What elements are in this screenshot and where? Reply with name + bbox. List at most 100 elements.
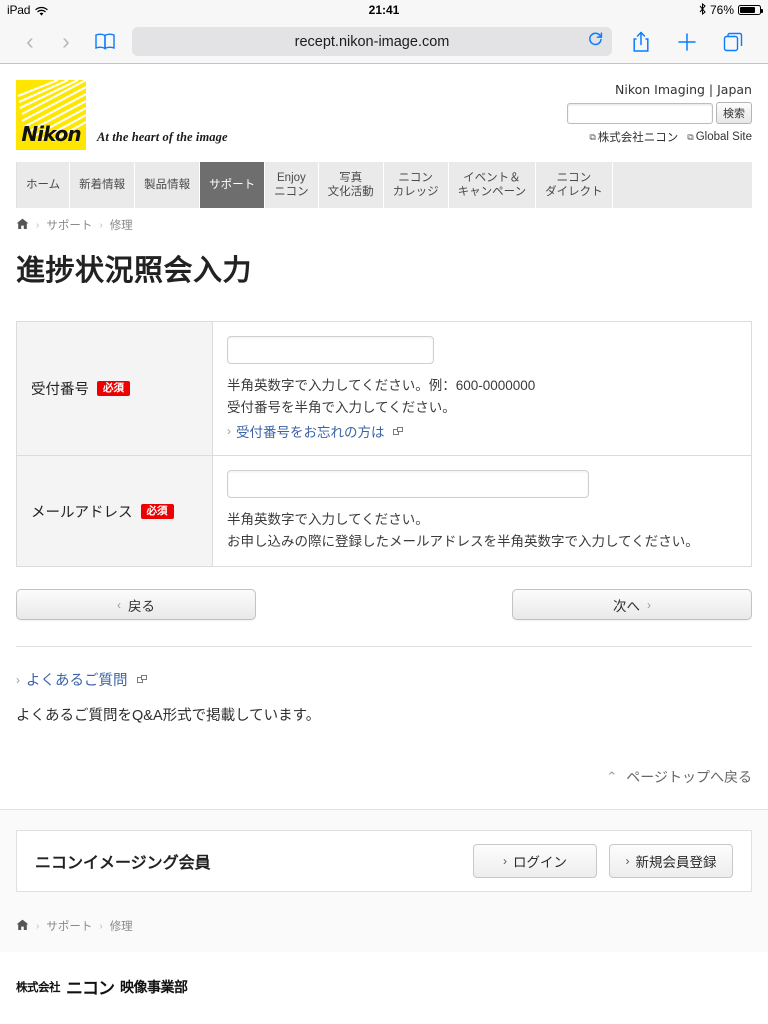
email-help-line-2: お申し込みの際に登録したメールアドレスを半角英数字で入力してください。 [227,533,699,549]
page-top-link[interactable]: ⌃ ページトップへ戻る [16,767,752,787]
nav-item-products[interactable]: 製品情報 [135,162,201,208]
corporate-division: 映像事業部 [120,978,188,995]
footer-breadcrumb: › サポート › 修理 [16,918,752,952]
email-field-cell: 半角英数字で入力してください。 お申し込みの際に登録したメールアドレスを半角英数… [213,456,752,567]
home-icon[interactable] [16,218,29,233]
home-icon[interactable] [16,919,29,934]
member-box: ニコンイメージング会員 › ログイン › 新規会員登録 [16,830,752,893]
safari-toolbar: ‹ › recept.nikon-image.com [0,20,768,64]
email-input[interactable] [227,470,589,499]
reload-icon[interactable] [588,31,603,52]
breadcrumb-separator: › [36,219,40,231]
login-button-label: ログイン [513,855,567,871]
global-site-link[interactable]: ⧉ Global Site [687,129,752,145]
search-button[interactable]: 検索 [716,102,752,124]
plus-icon[interactable] [664,32,710,52]
header-links: ⧉ 株式会社ニコン ⧉ Global Site [567,129,752,145]
nav-item-home[interactable]: ホーム [17,162,71,208]
nav-item-enjoy-nikon[interactable]: Enjoy ニコン [265,162,319,208]
forward-button[interactable]: › [48,25,84,59]
email-help-line-1: 半角英数字で入力してください。 [227,512,429,528]
corporate-logo: 株式会社 ニコン 映像事業部 [16,974,752,1000]
url-text: recept.nikon-image.com [294,33,450,50]
register-button[interactable]: › 新規会員登録 [609,844,733,879]
status-bar-right: 76% [699,2,763,18]
chevron-up-icon: ⌃ [606,769,618,785]
receipt-help-line-1: 半角英数字で入力してください。例：600-0000000 [227,378,536,393]
address-bar[interactable]: recept.nikon-image.com [132,27,612,56]
page-top-label: ページトップへ戻る [626,769,752,786]
external-link-icon [392,426,404,436]
corporate-prefix: 株式会社 [16,981,61,994]
breadcrumb-item-support[interactable]: サポート [46,217,92,233]
back-button-label: 戻る [128,598,155,614]
nav-item-news[interactable]: 新着情報 [70,162,136,208]
corporate-name: ニコン [66,979,115,1000]
search-input[interactable] [567,102,713,124]
nav-item-nikon-direct[interactable]: ニコン ダイレクト [536,162,613,208]
register-button-label: 新規会員登録 [635,855,717,871]
chevron-right-icon: › [227,424,231,439]
forgot-receipt-number-label: 受付番号をお忘れの方は [236,425,385,441]
corp-site-label: 株式会社ニコン [597,132,679,144]
receipt-number-input[interactable] [227,336,434,364]
bluetooth-icon [699,2,706,18]
battery-percent: 76% [709,3,734,17]
header-search: 検索 [567,102,752,124]
back-button[interactable]: ‹ [12,25,48,59]
table-row-receipt-number: 受付番号 必須 半角英数字で入力してください。例：600-0000000 受付番… [16,321,752,456]
form-actions: ‹ 戻る 次へ › [16,589,752,621]
header-right: Nikon Imaging | Japan 検索 ⧉ 株式会社ニコン ⧉ Glo… [567,82,752,145]
web-page: Nikon At the heart of the image Nikon Im… [0,64,768,1024]
nikon-tagline: At the heart of the image [97,130,228,144]
login-button[interactable]: › ログイン [473,844,597,879]
page-title: 進捗状況照会入力 [16,255,253,287]
required-badge: 必須 [140,503,174,520]
battery-icon [738,5,763,15]
nav-item-photo-culture[interactable]: 写真 文化活動 [318,162,384,208]
next-button[interactable]: 次へ › [512,589,752,621]
global-site-label: Global Site [695,131,752,143]
breadcrumb-separator: › [99,219,103,231]
required-badge: 必須 [97,380,130,397]
nikon-logo-mark: Nikon [16,80,86,150]
share-icon[interactable] [618,31,664,53]
footer-area: ニコンイメージング会員 › ログイン › 新規会員登録 › サポート › 修理 [0,809,768,953]
nikon-logo[interactable]: Nikon At the heart of the image [16,80,228,150]
external-link-icon: ⧉ [589,131,596,142]
breadcrumb-item-repair[interactable]: 修理 [110,217,133,233]
chevron-right-icon: › [503,854,507,869]
global-navigation: ホーム 新着情報 製品情報 サポート Enjoy ニコン 写真 文化活動 ニコン… [16,162,752,208]
ios-status-bar: iPad 21:41 76% [0,0,768,20]
member-title: ニコンイメージング会員 [35,855,211,873]
external-link-icon [136,675,148,684]
site-header: Nikon At the heart of the image Nikon Im… [0,64,768,162]
table-row-email: メールアドレス 必須 半角英数字で入力してください。 お申し込みの際に登録したメ… [16,455,752,567]
tabs-icon[interactable] [710,32,756,52]
chevron-right-icon: › [647,597,651,612]
footer-breadcrumb-item-support[interactable]: サポート [46,918,92,934]
chevron-right-icon: › [16,672,20,687]
email-label: メールアドレス [31,504,133,521]
corp-site-link[interactable]: ⧉ 株式会社ニコン [589,129,678,145]
faq-section: › よくあるご質問 よくあるご質問をQ&A形式で掲載しています。 [16,669,752,725]
forgot-receipt-number-link[interactable]: › 受付番号をお忘れの方は [227,421,737,441]
back-button[interactable]: ‹ 戻る [16,589,256,621]
status-bar-clock: 21:41 [368,3,400,17]
breadcrumb-separator: › [99,920,103,932]
nav-filler [612,162,752,208]
email-label-cell: メールアドレス 必須 [16,455,213,567]
nav-item-support[interactable]: サポート [200,162,266,208]
nav-item-nikon-college[interactable]: ニコン カレッジ [383,162,449,208]
receipt-number-label: 受付番号 [31,382,89,399]
footer-breadcrumb-item-repair[interactable]: 修理 [110,918,133,934]
external-link-icon: ⧉ [687,131,694,142]
inquiry-form-table: 受付番号 必須 半角英数字で入力してください。例：600-0000000 受付番… [16,321,752,568]
receipt-number-label-cell: 受付番号 必須 [16,321,213,456]
receipt-help-line-2: 受付番号を半角で入力してください。 [227,399,456,415]
nav-item-events-campaigns[interactable]: イベント＆ キャンペーン [448,162,537,208]
faq-link[interactable]: › よくあるご質問 [16,669,752,690]
receipt-number-field-cell: 半角英数字で入力してください。例：600-0000000 受付番号を半角で入力し… [213,322,752,456]
faq-link-label: よくあるご質問 [26,673,128,690]
bookmarks-icon[interactable] [84,32,126,52]
